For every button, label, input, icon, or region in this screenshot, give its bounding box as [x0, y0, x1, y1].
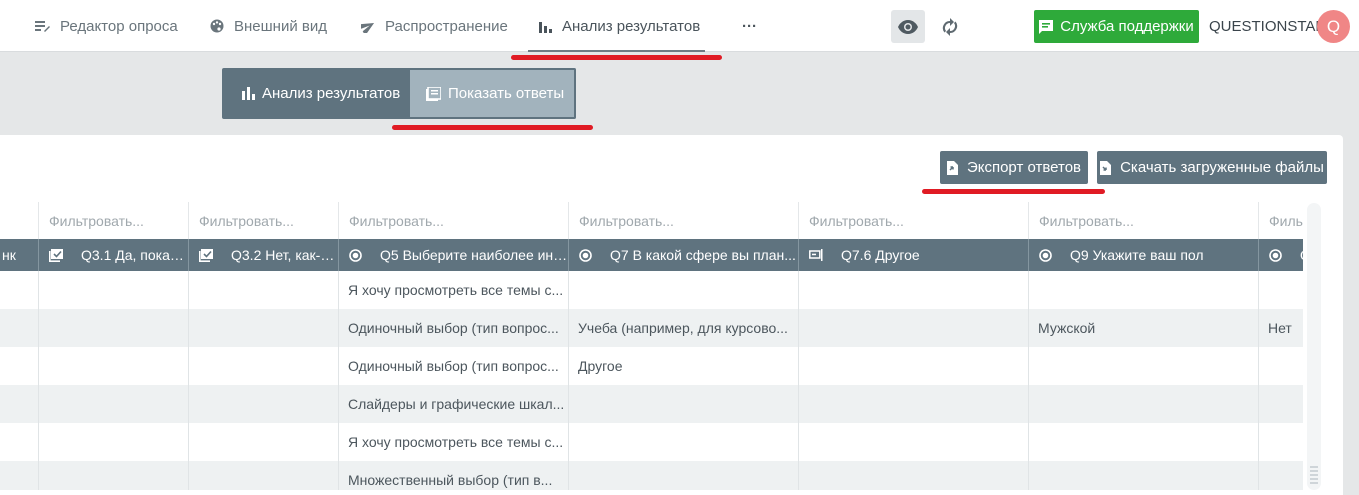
table-cell — [799, 347, 1029, 385]
table-cell — [569, 271, 799, 309]
column-header[interactable]: Q — [1259, 239, 1303, 271]
scrollbar-grip[interactable] — [1310, 466, 1318, 486]
column-header[interactable]: Q3.1 Да, покаж... — [39, 239, 189, 271]
table-cell — [0, 423, 39, 461]
table-cell — [799, 461, 1029, 490]
table-cell — [799, 385, 1029, 423]
table-cell: Я хочу просмотреть все темы с... — [339, 271, 569, 309]
radio-icon — [349, 248, 371, 262]
table-cell — [39, 347, 189, 385]
table-row[interactable]: Одиночный выбор (тип вопрос... Другое — [0, 347, 1303, 385]
table-cell: Учеба (например, для курсово... — [569, 309, 799, 347]
table-row[interactable]: Одиночный выбор (тип вопрос... Учеба (нап… — [0, 309, 1303, 347]
table-cell — [189, 461, 339, 490]
table-cell — [0, 309, 39, 347]
table-cell: Нет — [1259, 309, 1303, 347]
table-cell — [569, 385, 799, 423]
table-cell — [569, 423, 799, 461]
table-cell — [189, 271, 339, 309]
radio-icon — [1269, 248, 1291, 262]
column-header-label: Q — [1300, 247, 1303, 263]
table-row[interactable]: Я хочу просмотреть все темы с... — [0, 271, 1303, 309]
table-cell — [799, 309, 1029, 347]
table-row[interactable]: Я хочу просмотреть все темы с... — [0, 423, 1303, 461]
image-check-icon — [199, 248, 222, 262]
table-cell — [799, 423, 1029, 461]
column-header-label: Q5 Выберите наиболее инт... — [380, 247, 568, 263]
vertical-scrollbar[interactable] — [1307, 203, 1321, 490]
table-cell — [799, 271, 1029, 309]
column-filter-input[interactable]: Фильтровать... — [189, 202, 339, 239]
column-filter-input[interactable] — [0, 202, 39, 239]
table-cell — [0, 385, 39, 423]
table-cell: Мужской — [1029, 309, 1259, 347]
column-header[interactable]: Q7 В какой сфере вы план... — [569, 239, 799, 271]
column-filter-input[interactable]: Филь — [1259, 202, 1303, 239]
table-cell — [39, 461, 189, 490]
column-header-label: Q3.2 Нет, как-н... — [231, 247, 338, 263]
table-cell — [1029, 271, 1259, 309]
table-cell — [0, 347, 39, 385]
table-cell — [569, 461, 799, 490]
table-cell — [39, 423, 189, 461]
table-cell — [1259, 271, 1303, 309]
avatar[interactable]: Q — [1317, 10, 1350, 43]
column-filter-input[interactable]: Фильтровать... — [39, 202, 189, 239]
header-row: нк Q3.1 Да, покаж... Q3.2 Нет, как-н... Q5 … — [0, 239, 1303, 271]
table-cell — [1259, 385, 1303, 423]
column-header-label: Q7.6 Другое — [841, 247, 920, 263]
column-filter-input[interactable]: Фильтровать... — [1029, 202, 1259, 239]
column-header[interactable]: Q9 Укажите ваш пол — [1029, 239, 1259, 271]
column-filter-input[interactable]: Фильтровать... — [339, 202, 569, 239]
radio-icon — [579, 248, 601, 262]
column-filter-input[interactable]: Фильтровать... — [799, 202, 1029, 239]
column-filter-input[interactable]: Фильтровать... — [569, 202, 799, 239]
table-row[interactable]: Слайдеры и графические шкал... — [0, 385, 1303, 423]
table-cell — [1029, 385, 1259, 423]
column-header[interactable]: Q5 Выберите наиболее инт... — [339, 239, 569, 271]
table-cell — [1259, 461, 1303, 490]
table-cell — [1259, 423, 1303, 461]
image-check-icon — [49, 248, 72, 262]
table-cell — [1029, 461, 1259, 490]
table-cell — [39, 385, 189, 423]
column-header[interactable]: нк — [0, 239, 39, 271]
table-cell — [189, 385, 339, 423]
column-header[interactable]: Q7.6 Другое — [799, 239, 1029, 271]
radio-icon — [1039, 248, 1061, 262]
table-cell — [1029, 347, 1259, 385]
table-cell — [1029, 423, 1259, 461]
table-cell — [189, 347, 339, 385]
table-cell — [189, 423, 339, 461]
table-cell — [189, 309, 339, 347]
table-row[interactable]: Множественный выбор (тип в... — [0, 461, 1303, 490]
column-header-label: Q7 В какой сфере вы план... — [610, 247, 796, 263]
table-cell: Я хочу просмотреть все темы с... — [339, 423, 569, 461]
column-header-label: нк — [2, 247, 16, 263]
column-header[interactable]: Q3.2 Нет, как-н... — [189, 239, 339, 271]
table-cell: Одиночный выбор (тип вопрос... — [339, 309, 569, 347]
column-header-label: Q3.1 Да, покаж... — [81, 247, 188, 263]
responses-grid: Фильтровать... Фильтровать... Фильтровать.… — [0, 0, 1303, 490]
text-field-icon — [809, 249, 832, 261]
table-cell: Слайдеры и графические шкал... — [339, 385, 569, 423]
table-cell: Одиночный выбор (тип вопрос... — [339, 347, 569, 385]
table-cell — [0, 461, 39, 490]
table-cell — [39, 309, 189, 347]
table-cell: Другое — [569, 347, 799, 385]
table-cell — [1259, 347, 1303, 385]
table-cell — [39, 271, 189, 309]
column-header-label: Q9 Укажите ваш пол — [1070, 247, 1204, 263]
table-cell — [0, 271, 39, 309]
table-cell: Множественный выбор (тип в... — [339, 461, 569, 490]
